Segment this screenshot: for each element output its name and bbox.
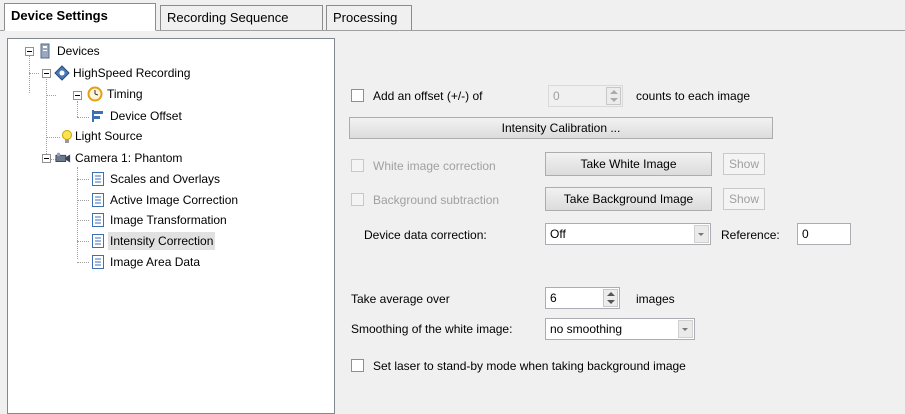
collapse-devices-icon[interactable] bbox=[25, 47, 34, 56]
tab-strip: Device Settings Recording Sequence Proce… bbox=[0, 0, 905, 31]
show-white-button[interactable]: Show bbox=[723, 153, 765, 175]
white-correction-checkbox[interactable] bbox=[351, 159, 364, 172]
average-suffix-label: images bbox=[636, 292, 675, 306]
tree-label: Scales and Overlays bbox=[110, 172, 221, 186]
tab-device-settings[interactable]: Device Settings bbox=[4, 3, 156, 31]
smoothing-select[interactable]: no smoothing bbox=[545, 318, 695, 340]
reference-value: 0 bbox=[802, 227, 809, 241]
light-bulb-icon bbox=[62, 130, 72, 143]
laser-standby-checkbox[interactable] bbox=[351, 359, 364, 372]
tab-processing[interactable]: Processing bbox=[326, 5, 412, 30]
device-offset-icon bbox=[92, 110, 103, 122]
take-white-image-button[interactable]: Take White Image bbox=[545, 152, 712, 176]
take-background-image-button[interactable]: Take Background Image bbox=[545, 187, 712, 211]
devices-icon bbox=[40, 43, 50, 59]
average-spinner-icon[interactable] bbox=[603, 289, 618, 307]
tree-node-active-correction[interactable]: Active Image Correction bbox=[110, 191, 238, 209]
intensity-correction-panel: Add an offset (+/-) of 0 counts to each … bbox=[336, 31, 905, 414]
laser-standby-label: Set laser to stand-by mode when taking b… bbox=[373, 359, 686, 373]
show-background-button[interactable]: Show bbox=[723, 188, 765, 210]
offset-value: 0 bbox=[553, 89, 560, 103]
chevron-down-icon[interactable] bbox=[678, 320, 693, 338]
chevron-down-icon[interactable] bbox=[694, 225, 709, 243]
smoothing-value: no smoothing bbox=[550, 322, 623, 336]
document-icon bbox=[92, 234, 104, 248]
document-icon bbox=[92, 213, 104, 227]
offset-input[interactable]: 0 bbox=[548, 85, 623, 107]
intensity-calibration-button[interactable]: Intensity Calibration ... bbox=[349, 117, 773, 139]
tree-node-area-data[interactable]: Image Area Data bbox=[110, 253, 200, 271]
tree-label: Light Source bbox=[75, 129, 143, 143]
tree-node-devices[interactable]: Devices bbox=[57, 42, 100, 60]
offset-suffix-label: counts to each image bbox=[636, 89, 751, 103]
tree-label: Image Area Data bbox=[110, 255, 201, 269]
tree-node-scales[interactable]: Scales and Overlays bbox=[110, 170, 220, 188]
collapse-camera-icon[interactable] bbox=[42, 154, 51, 163]
tree-node-camera[interactable]: Camera 1: Phantom bbox=[75, 149, 182, 167]
smoothing-label: Smoothing of the white image: bbox=[351, 322, 513, 336]
collapse-highspeed-icon[interactable] bbox=[42, 69, 51, 78]
tab-label: Processing bbox=[333, 10, 398, 25]
document-icon bbox=[92, 193, 104, 207]
average-input[interactable]: 6 bbox=[545, 287, 620, 309]
device-data-correction-select[interactable]: Off bbox=[545, 223, 711, 245]
document-icon bbox=[92, 172, 104, 186]
tree-label: Image Transformation bbox=[110, 213, 227, 227]
device-tree[interactable]: Devices HighSpeed Recording Timing Devic… bbox=[7, 38, 335, 414]
average-value: 6 bbox=[550, 291, 557, 305]
tree-label: Device Offset bbox=[110, 109, 182, 123]
tree-node-intensity-correction-selected[interactable]: Intensity Correction bbox=[108, 232, 216, 250]
tree-label: Active Image Correction bbox=[110, 193, 239, 207]
tree-node-highspeed[interactable]: HighSpeed Recording bbox=[73, 64, 190, 82]
offset-spinner-icon[interactable] bbox=[606, 87, 621, 105]
timing-clock-icon bbox=[87, 86, 103, 102]
document-icon bbox=[92, 255, 104, 269]
collapse-timing-icon[interactable] bbox=[73, 91, 82, 100]
tree-node-transformation[interactable]: Image Transformation bbox=[110, 211, 227, 229]
background-subtraction-label: Background subtraction bbox=[373, 193, 500, 207]
recording-icon bbox=[54, 65, 70, 81]
background-subtraction-checkbox[interactable] bbox=[351, 193, 364, 206]
camera-icon bbox=[55, 152, 71, 163]
reference-input[interactable]: 0 bbox=[797, 223, 851, 245]
reference-label: Reference: bbox=[721, 228, 780, 242]
tab-label: Device Settings bbox=[11, 8, 108, 23]
tree-node-light-source[interactable]: Light Source bbox=[75, 127, 142, 145]
tab-label: Recording Sequence bbox=[167, 10, 289, 25]
tree-label: HighSpeed Recording bbox=[73, 66, 191, 80]
white-correction-label: White image correction bbox=[373, 159, 496, 173]
device-data-correction-value: Off bbox=[550, 227, 566, 241]
average-label: Take average over bbox=[351, 292, 450, 306]
offset-label: Add an offset (+/-) of bbox=[373, 89, 483, 103]
tree-label: Camera 1: Phantom bbox=[75, 151, 183, 165]
offset-checkbox[interactable] bbox=[351, 89, 364, 102]
tab-recording-sequence[interactable]: Recording Sequence bbox=[160, 5, 323, 30]
tree-node-timing[interactable]: Timing bbox=[107, 85, 143, 103]
tree-label: Intensity Correction bbox=[110, 234, 214, 248]
tree-node-device-offset[interactable]: Device Offset bbox=[110, 107, 182, 125]
tree-label: Timing bbox=[107, 87, 143, 101]
tree-label: Devices bbox=[57, 44, 100, 58]
device-data-correction-label: Device data correction: bbox=[364, 228, 487, 242]
